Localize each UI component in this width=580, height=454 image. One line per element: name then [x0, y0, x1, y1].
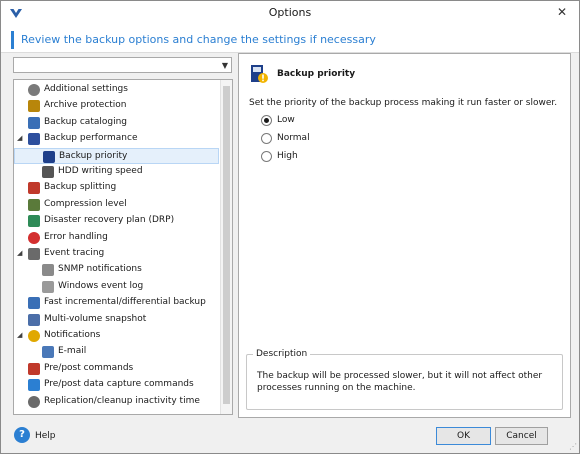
expander-icon[interactable]: ◢ — [17, 134, 22, 142]
tree-scrollbar[interactable] — [220, 80, 232, 414]
tree-item-label: Backup splitting — [44, 182, 117, 193]
header-band: Review the backup options and change the… — [1, 25, 579, 53]
notification-icon — [28, 330, 40, 342]
fast-backup-icon — [28, 297, 40, 310]
tree-item-label: Compression level — [44, 198, 127, 209]
header-text: Review the backup options and change the… — [21, 33, 376, 46]
tree-item-label: E-mail — [58, 346, 87, 357]
close-icon[interactable]: ✕ — [555, 5, 569, 19]
compression-icon — [28, 198, 40, 211]
tree-item-label: Fast incremental/differential backup — [44, 297, 206, 308]
radio-label: High — [277, 151, 298, 161]
filter-combobox[interactable]: ▼ — [13, 57, 232, 73]
tree-item-label: Backup cataloging — [44, 116, 127, 127]
options-tree: Additional settings Archive protection Bac… — [13, 79, 233, 415]
snapshot-icon — [28, 313, 40, 326]
cancel-button[interactable]: Cancel — [495, 427, 548, 445]
panel-title: Backup priority — [277, 69, 356, 79]
radio-button[interactable] — [261, 151, 272, 162]
tree-item-pre-post-commands[interactable]: Pre/post commands — [14, 361, 219, 377]
backup-priority-icon — [251, 65, 268, 83]
tree-item-multi-volume-snapshot[interactable]: Multi-volume snapshot — [14, 312, 219, 328]
priority-icon — [43, 150, 55, 163]
options-dialog: Options ✕ Review the backup options and … — [0, 0, 580, 454]
tree-item-label: Replication/cleanup inactivity time — [44, 395, 200, 406]
tree-item-backup-priority[interactable]: Backup priority — [14, 147, 219, 164]
tree-item-label: HDD writing speed — [58, 166, 143, 176]
clock-icon — [28, 395, 40, 408]
tree-item-disaster-recovery-plan-drp[interactable]: Disaster recovery plan (DRP) — [14, 213, 219, 229]
scrollbar-thumb[interactable] — [223, 86, 230, 404]
error-icon — [28, 231, 40, 244]
tree-item-label: SNMP notifications — [58, 264, 142, 275]
tree-item-compression-level[interactable]: Compression level — [14, 197, 219, 213]
hdd-icon — [42, 166, 54, 178]
tree-item-e-mail[interactable]: E-mail — [14, 344, 219, 360]
drp-icon — [28, 215, 40, 228]
lock-icon — [28, 100, 40, 113]
tree-item-label: Multi-volume snapshot — [44, 313, 147, 324]
expander-icon[interactable]: ◢ — [17, 331, 22, 339]
magnifier-icon — [28, 248, 40, 260]
tree-item-backup-cataloging[interactable]: Backup cataloging — [14, 115, 219, 131]
data-capture-icon — [28, 379, 40, 392]
help-icon[interactable]: ? — [14, 427, 30, 443]
tree-item-fast-incremental-differential-backup[interactable]: Fast incremental/differential backup — [14, 295, 219, 311]
performance-icon — [28, 133, 40, 146]
snmp-icon — [42, 264, 54, 277]
description-text: The backup will be processed slower, but… — [257, 371, 543, 393]
catalog-icon — [28, 116, 40, 129]
title-bar: Options ✕ — [1, 1, 579, 25]
description-legend: Description — [253, 349, 311, 359]
tree-item-error-handling[interactable]: Error handling — [14, 230, 219, 246]
tree-item-replication-cleanup-inactivity-time[interactable]: Replication/cleanup inactivity time — [14, 394, 219, 410]
tree-item-label: Backup performance — [44, 133, 138, 144]
tree-item-backup-splitting[interactable]: Backup splitting — [14, 180, 219, 196]
window-title: Options — [268, 6, 312, 19]
radio-button[interactable] — [261, 133, 272, 144]
description-group: Description The backup will be processed… — [246, 349, 563, 410]
gear-icon — [28, 84, 40, 96]
tree-item-event-tracing[interactable]: ◢ Event tracing — [14, 246, 219, 262]
radio-button[interactable] — [261, 115, 272, 126]
split-icon — [28, 182, 40, 195]
tree-item-label: Archive protection — [44, 100, 127, 111]
tree-item-hdd-writing-speed[interactable]: HDD writing speed — [14, 164, 219, 180]
expander-icon[interactable]: ◢ — [17, 249, 22, 257]
settings-panel: Backup priority Set the priority of the … — [238, 53, 571, 418]
tree-item-label: Backup priority — [59, 150, 128, 161]
tree-item-label: Event tracing — [44, 248, 105, 258]
tree-item-windows-event-log[interactable]: Windows event log — [14, 279, 219, 295]
chevron-down-icon[interactable]: ▼ — [222, 61, 228, 70]
header-accent-bar — [11, 31, 14, 49]
resize-grip-icon[interactable]: ⋰ — [569, 442, 577, 451]
radio-label: Normal — [277, 133, 310, 143]
tree-item-label: Pre/post commands — [44, 362, 134, 373]
tree-item-label: Notifications — [44, 330, 101, 340]
event-log-icon — [42, 280, 54, 293]
tree-item-backup-performance[interactable]: ◢ Backup performance — [14, 131, 219, 147]
help-link[interactable]: Help — [35, 431, 56, 441]
panel-description: Set the priority of the backup process m… — [249, 98, 558, 108]
tree-item-label: Additional settings — [44, 84, 128, 94]
tree-item-pre-post-data-capture-commands[interactable]: Pre/post data capture commands — [14, 377, 219, 393]
commands-icon — [28, 362, 40, 375]
ok-button[interactable]: OK — [436, 427, 491, 445]
tree-item-archive-protection[interactable]: Archive protection — [14, 98, 219, 114]
email-icon — [42, 346, 54, 359]
radio-label: Low — [277, 115, 295, 125]
tree-item-label: Disaster recovery plan (DRP) — [44, 215, 175, 226]
tree-item-additional-settings[interactable]: Additional settings — [14, 82, 219, 98]
tree-item-label: Windows event log — [58, 280, 144, 291]
tree-item-label: Error handling — [44, 231, 108, 242]
tree-item-notifications[interactable]: ◢ Notifications — [14, 328, 219, 344]
tree-item-label: Pre/post data capture commands — [44, 379, 194, 390]
tree-item-snmp-notifications[interactable]: SNMP notifications — [14, 262, 219, 278]
